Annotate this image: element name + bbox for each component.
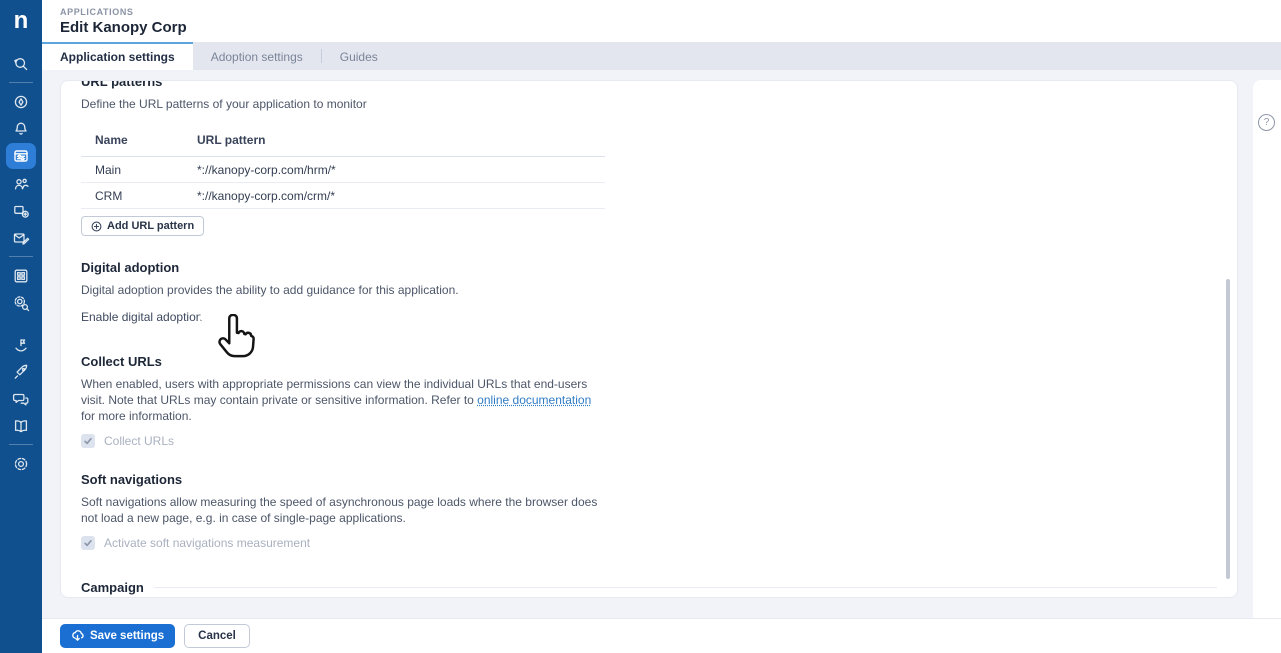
digital-adoption-heading: Digital adoption: [81, 260, 1217, 275]
soft-navigations-checkbox: [81, 536, 95, 550]
soft-navigations-description: Soft navigations allow measuring the spe…: [81, 494, 608, 526]
checkmark-icon: [83, 538, 93, 548]
collect-urls-heading: Collect URLs: [81, 354, 1217, 369]
page-title: Edit Kanopy Corp: [60, 19, 1281, 36]
adoption-icon: [12, 336, 30, 354]
toggle-knob: [200, 312, 210, 322]
url-patterns-table: Name URL pattern Main *://kanopy-corp.co…: [81, 129, 605, 209]
save-settings-button[interactable]: Save settings: [60, 624, 175, 648]
gear-icon: [12, 455, 30, 473]
table-row: Main *://kanopy-corp.com/hrm/*: [81, 157, 605, 183]
campaign-heading: Campaign: [81, 580, 144, 595]
collect-urls-checkbox-label: Collect URLs: [104, 434, 174, 448]
section-divider: [154, 587, 1217, 588]
settings-card: URL patterns Define the URL patterns of …: [60, 80, 1238, 598]
tab-application-settings[interactable]: Application settings: [42, 42, 193, 70]
collect-urls-description: When enabled, users with appropriate per…: [81, 376, 608, 424]
sidebar-item-adoption[interactable]: [6, 331, 36, 358]
collect-urls-checkbox-row: Collect URLs: [81, 434, 1217, 448]
enable-digital-adoption-row: Enable digital adoption: [81, 310, 1217, 324]
description-text: for more information.: [81, 409, 192, 423]
sidebar-item-library[interactable]: [6, 262, 36, 289]
book-icon: [12, 417, 30, 435]
sidebar-item-overview[interactable]: [6, 88, 36, 115]
sidebar-item-launch[interactable]: [6, 358, 36, 385]
bell-icon: [12, 120, 30, 138]
table-header-row: Name URL pattern: [81, 129, 605, 157]
plus-circle-icon: [91, 221, 102, 232]
connector-icon: [12, 202, 30, 220]
enable-digital-adoption-label: Enable digital adoption: [81, 310, 202, 324]
save-deploy-icon: [71, 630, 84, 643]
sidebar-item-settings[interactable]: [6, 450, 36, 477]
sidebar-item-investigations[interactable]: [6, 289, 36, 316]
pattern-name-cell: Main: [95, 163, 197, 177]
online-documentation-link[interactable]: online documentation: [477, 393, 591, 407]
sidebar-divider: [9, 444, 33, 445]
sidebar-divider: [9, 82, 33, 83]
collect-urls-checkbox: [81, 434, 95, 448]
tab-guides[interactable]: Guides: [322, 42, 396, 70]
cancel-button[interactable]: Cancel: [184, 624, 250, 648]
sidebar-item-documentation[interactable]: [6, 412, 36, 439]
sidebar-item-connectors[interactable]: [6, 197, 36, 224]
add-url-pattern-label: Add URL pattern: [107, 220, 194, 232]
soft-navigations-checkbox-label: Activate soft navigations measurement: [104, 536, 310, 550]
page-header: APPLICATIONS Edit Kanopy Corp: [42, 0, 1281, 42]
sidebar-divider: [9, 256, 33, 257]
save-settings-label: Save settings: [90, 630, 164, 642]
campaign-section-header: Campaign: [81, 580, 1217, 595]
nexthink-logo[interactable]: n: [0, 0, 42, 42]
pattern-url-cell: *://kanopy-corp.com/crm/*: [197, 189, 335, 203]
footer-action-bar: Save settings Cancel: [42, 618, 1281, 653]
help-side-panel: ?: [1253, 80, 1281, 618]
breadcrumb: APPLICATIONS: [60, 7, 1281, 17]
sidebar-item-alerts[interactable]: [6, 115, 36, 142]
pattern-url-cell: *://kanopy-corp.com/hrm/*: [197, 163, 336, 177]
tab-adoption-settings[interactable]: Adoption settings: [193, 42, 321, 70]
chat-icon: [12, 390, 30, 408]
column-header-name: Name: [95, 133, 197, 147]
vertical-scrollbar-thumb[interactable]: [1226, 279, 1230, 579]
mail-edit-icon: [12, 229, 30, 247]
compass-icon: [12, 93, 30, 111]
search-history-icon: [12, 55, 30, 73]
table-row: CRM *://kanopy-corp.com/crm/*: [81, 183, 605, 209]
soft-navigations-checkbox-row: Activate soft navigations measurement: [81, 536, 1217, 550]
sidebar-item-applications[interactable]: [6, 143, 36, 169]
soft-navigations-heading: Soft navigations: [81, 472, 1217, 487]
rocket-icon: [12, 363, 30, 381]
sidebar-item-engage[interactable]: [6, 385, 36, 412]
search-gear-icon: [12, 294, 30, 312]
grid-apps-icon: [12, 267, 30, 285]
checkmark-icon: [83, 436, 93, 446]
column-header-url-pattern: URL pattern: [197, 133, 265, 147]
pattern-name-cell: CRM: [95, 189, 197, 203]
help-icon[interactable]: ?: [1258, 114, 1275, 131]
digital-adoption-description: Digital adoption provides the ability to…: [81, 282, 608, 298]
left-navigation-sidebar: n: [0, 0, 42, 653]
sidebar-item-messages[interactable]: [6, 224, 36, 251]
sidebar-item-search-history[interactable]: [6, 50, 36, 77]
sidebar-item-users[interactable]: [6, 170, 36, 197]
applications-icon: [12, 147, 30, 165]
add-url-pattern-button[interactable]: Add URL pattern: [81, 216, 204, 236]
tab-bar: Application settings Adoption settings G…: [42, 42, 1281, 70]
url-patterns-heading: URL patterns: [81, 80, 1217, 89]
users-icon: [12, 175, 30, 193]
url-patterns-description: Define the URL patterns of your applicat…: [81, 96, 608, 112]
